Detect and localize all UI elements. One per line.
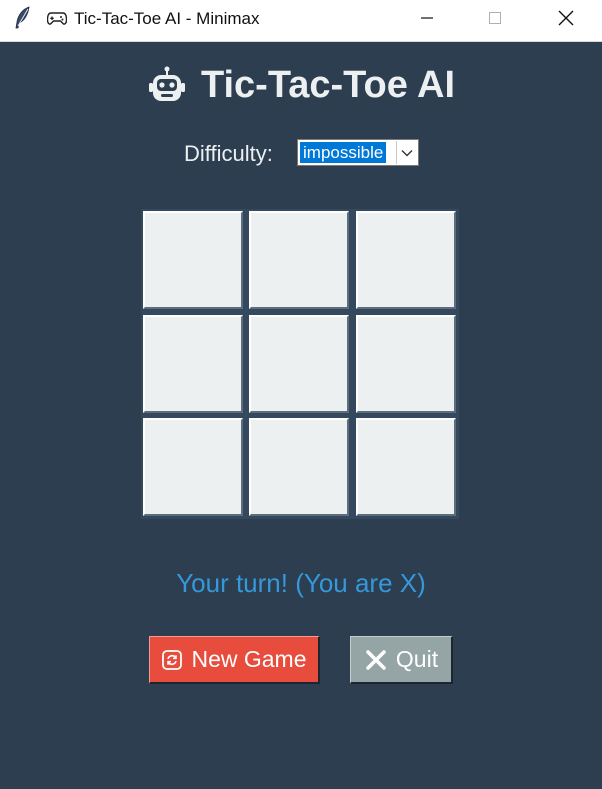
- board-cell-1[interactable]: [249, 211, 349, 309]
- board-cell-0[interactable]: [143, 211, 243, 309]
- robot-icon: [148, 66, 185, 101]
- refresh-icon: [162, 649, 183, 670]
- board-cell-8[interactable]: [356, 418, 456, 516]
- difficulty-row: Difficulty: impossible: [184, 139, 419, 169]
- dropdown-arrow[interactable]: [396, 141, 417, 164]
- status-message: Your turn! (You are X): [176, 568, 426, 598]
- minimize-icon: [421, 17, 433, 19]
- difficulty-select[interactable]: impossible: [297, 139, 419, 166]
- new-game-label: New Game: [191, 646, 307, 672]
- difficulty-selected-value: impossible: [300, 142, 387, 163]
- page-title: Tic-Tac-Toe AI: [200, 63, 456, 106]
- maximize-button[interactable]: [472, 0, 518, 36]
- minimize-button[interactable]: [404, 0, 450, 36]
- board-cell-6[interactable]: [143, 418, 243, 516]
- board-cell-2[interactable]: [356, 211, 456, 309]
- quit-label: Quit: [395, 646, 439, 672]
- board-cell-4[interactable]: [249, 315, 349, 413]
- board-cell-5[interactable]: [356, 315, 456, 413]
- maximize-icon: [489, 12, 501, 24]
- game-board: [141, 209, 459, 519]
- window-title: Tic-Tac-Toe AI - Minimax: [74, 9, 260, 28]
- feather-icon: [15, 6, 30, 29]
- gamepad-icon: [47, 12, 67, 25]
- close-window-button[interactable]: [543, 0, 589, 36]
- board-cell-7[interactable]: [249, 418, 349, 516]
- difficulty-label: Difficulty:: [184, 141, 273, 166]
- quit-button[interactable]: Quit: [350, 636, 453, 684]
- close-x-icon: [366, 649, 386, 670]
- chevron-down-icon: [401, 149, 413, 156]
- new-game-button[interactable]: New Game: [149, 636, 320, 684]
- window-titlebar: Tic-Tac-Toe AI - Minimax: [0, 0, 602, 42]
- board-cell-3[interactable]: [143, 315, 243, 413]
- app-header: Tic-Tac-Toe AI: [0, 60, 602, 110]
- close-icon: [558, 10, 574, 26]
